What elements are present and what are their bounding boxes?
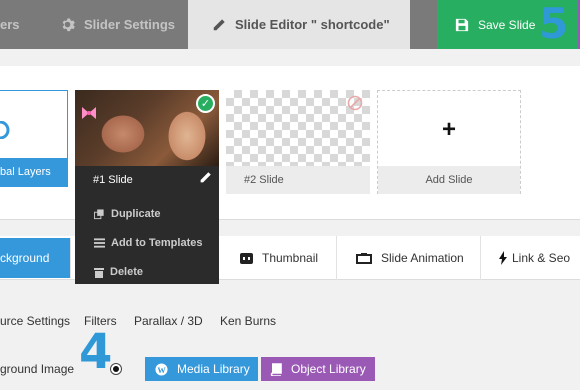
save-icon xyxy=(455,18,469,32)
background-image-label: ground Image xyxy=(0,362,75,376)
slide-1-card[interactable]: ✓ #1 Slide Duplicate Add to Templates De… xyxy=(75,90,219,284)
layers-icon xyxy=(0,120,10,144)
book-icon xyxy=(270,362,282,376)
global-layers-label: bal Layers xyxy=(0,166,51,178)
bow-icon xyxy=(81,106,97,125)
check-icon: ✓ xyxy=(196,94,215,113)
annotation-number-4: 4 xyxy=(79,324,113,380)
annotation-number-5: 5 xyxy=(539,0,569,48)
subtab-ken-burns[interactable]: Ken Burns xyxy=(220,314,276,328)
media-library-label: Media Library xyxy=(177,362,250,376)
plus-icon: + xyxy=(441,116,456,143)
tab-slider-settings[interactable]: Slider Settings xyxy=(46,0,186,49)
pencil-icon xyxy=(212,18,226,32)
menu-item-add-to-templates[interactable]: Add to Templates xyxy=(75,229,219,257)
edit-slide-button[interactable] xyxy=(191,166,219,194)
duplicate-icon xyxy=(94,208,105,220)
wordpress-icon: W xyxy=(155,362,168,376)
tab-sliders-label: ers xyxy=(0,17,20,32)
tab-slide-animation-label: Slide Animation xyxy=(381,251,464,265)
target-icon xyxy=(347,95,363,116)
slide-2-footer: #2 Slide xyxy=(226,166,370,194)
save-slide-label: Save Slide xyxy=(478,17,536,32)
tab-link-seo[interactable]: Link & Seo xyxy=(481,236,580,280)
subtab-source-settings[interactable]: urce Settings xyxy=(0,314,70,328)
list-icon xyxy=(94,238,105,248)
add-slide-label: Add Slide xyxy=(425,174,473,186)
add-to-templates-label: Add to Templates xyxy=(111,237,203,249)
slide-2-label: #2 Slide xyxy=(244,174,284,186)
tab-slide-editor[interactable]: Slide Editor " shortcode" xyxy=(188,0,410,49)
subtab-parallax-3d[interactable]: Parallax / 3D xyxy=(134,314,203,328)
svg-text:W: W xyxy=(157,365,166,374)
tab-background-label: ckground xyxy=(0,251,50,265)
tab-sliders[interactable]: ers xyxy=(0,0,46,49)
slide-2-card[interactable]: #2 Slide xyxy=(226,90,370,194)
menu-item-delete[interactable]: Delete xyxy=(75,258,219,286)
object-library-label: Object Library xyxy=(291,362,366,376)
tab-link-seo-label: Link & Seo xyxy=(512,251,571,265)
trash-icon xyxy=(94,267,104,278)
gear-icon xyxy=(60,17,75,32)
top-bar: ers Slider Settings Slide Editor " short… xyxy=(0,0,580,49)
tab-background[interactable]: ckground xyxy=(0,238,71,278)
lightning-icon xyxy=(499,251,507,265)
add-slide-footer: Add Slide xyxy=(378,166,520,194)
slide-1-label: #1 Slide xyxy=(93,174,133,186)
object-library-button[interactable]: Object Library xyxy=(261,357,375,381)
tab-thumbnail-label: Thumbnail xyxy=(262,251,319,265)
media-library-button[interactable]: W Media Library xyxy=(145,357,258,381)
delete-label: Delete xyxy=(110,266,144,278)
background-image-radio[interactable] xyxy=(110,363,122,375)
pencil-icon xyxy=(199,171,212,189)
global-layers-footer: bal Layers xyxy=(0,158,67,186)
tab-slide-animation[interactable]: Slide Animation xyxy=(337,236,481,280)
global-layers-card[interactable]: bal Layers xyxy=(0,90,68,187)
menu-item-duplicate[interactable]: Duplicate xyxy=(75,200,219,228)
thumbnail-icon xyxy=(240,252,253,264)
animation-icon xyxy=(356,252,372,264)
tab-slider-settings-label: Slider Settings xyxy=(84,17,176,32)
duplicate-label: Duplicate xyxy=(111,208,161,220)
tab-slide-editor-label: Slide Editor " shortcode" xyxy=(235,17,390,32)
tab-thumbnail[interactable]: Thumbnail xyxy=(219,236,337,280)
add-slide-card[interactable]: + Add Slide xyxy=(377,90,521,194)
